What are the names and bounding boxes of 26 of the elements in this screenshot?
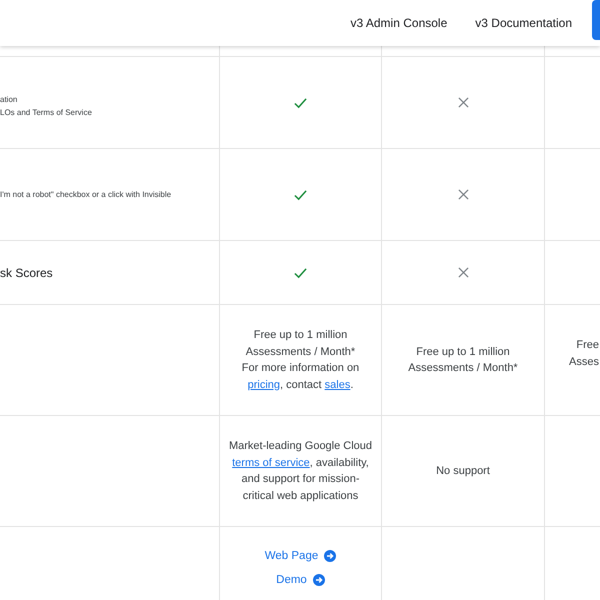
arrow-right-icon [324,550,336,562]
feature-name: sk Scores [0,266,54,280]
cross-icon [458,189,468,200]
feature-description: I'm not a robot" checkbox or a click with Invisible [0,190,172,199]
cross-icon [458,267,468,278]
cell-text: No support [436,464,490,479]
checkmark-icon [294,266,307,278]
cell-text: Free [575,338,599,353]
inline-link[interactable]: pricing [248,378,280,390]
checkmark-icon [294,188,307,200]
nav-link[interactable]: v3 Admin Console [350,16,448,30]
arrow-link[interactable]: Demo [276,574,325,586]
arrow-link[interactable]: Web Page [264,550,336,562]
feature-description: LOs and Terms of Service [0,108,93,116]
nav-link[interactable]: v3 Documentation [475,16,572,30]
checkmark-icon [294,96,307,108]
cell-text: Asses [569,354,599,370]
cell-text: Market-leading Google Cloud terms of service, availability, and support for mission- critical web applications [228,439,372,504]
cross-icon [458,97,468,108]
inline-link[interactable]: sales [324,378,350,390]
cell-text: Free up to 1 million Assessments / Month* For more information on pricing, contact sales. [242,328,360,392]
arrow-right-icon [312,574,325,586]
cell-text: Free up to 1 million Assessments / Month* [408,344,518,376]
primary-button[interactable] [592,0,600,40]
inline-link[interactable]: terms of service [232,456,310,468]
feature-description: ation [0,94,18,104]
